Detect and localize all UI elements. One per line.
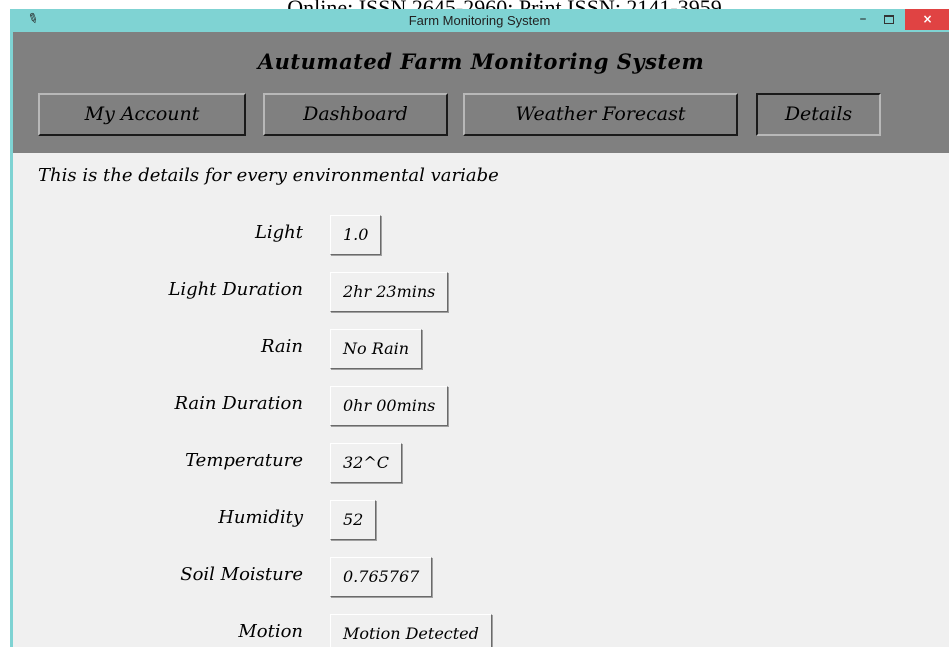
- temperature-value[interactable]: 32^C: [330, 443, 403, 483]
- nav-weather-forecast-button[interactable]: Weather Forecast: [463, 93, 738, 136]
- temperature-label: Temperature: [185, 450, 303, 471]
- maximize-icon: [884, 15, 894, 24]
- nav-dashboard-button[interactable]: Dashboard: [263, 93, 448, 136]
- rain-duration-label: Rain Duration: [174, 393, 303, 414]
- client-area: Autumated Farm Monitoring System My Acco…: [13, 32, 949, 647]
- header-band: Autumated Farm Monitoring System My Acco…: [13, 32, 949, 153]
- light-duration-label: Light Duration: [168, 279, 303, 300]
- soil-moisture-value[interactable]: 0.765767: [330, 557, 433, 597]
- light-duration-value[interactable]: 2hr 23mins: [330, 272, 449, 312]
- light-value[interactable]: 1.0: [330, 215, 382, 255]
- app-window: ✎ Farm Monitoring System – × Autumated F…: [10, 9, 949, 647]
- title-bar[interactable]: ✎ Farm Monitoring System – ×: [10, 9, 949, 32]
- motion-value[interactable]: Motion Detected: [330, 614, 492, 647]
- nav-my-account-button[interactable]: My Account: [38, 93, 246, 136]
- app-title: Autumated Farm Monitoring System: [257, 49, 705, 74]
- light-label: Light: [254, 222, 303, 243]
- motion-label: Motion: [238, 621, 303, 642]
- rain-duration-value[interactable]: 0hr 00mins: [330, 386, 449, 426]
- minimize-button[interactable]: –: [851, 9, 875, 30]
- window-title: Farm Monitoring System: [408, 13, 551, 28]
- soil-moisture-label: Soil Moisture: [180, 564, 303, 585]
- rain-label: Rain: [260, 336, 303, 357]
- details-description: This is the details for every environmen…: [38, 165, 499, 186]
- nav-details-button[interactable]: Details: [756, 93, 881, 136]
- rain-value[interactable]: No Rain: [330, 329, 423, 369]
- humidity-value[interactable]: 52: [330, 500, 377, 540]
- humidity-label: Humidity: [218, 507, 303, 528]
- close-button[interactable]: ×: [905, 9, 949, 30]
- maximize-button[interactable]: [877, 9, 901, 30]
